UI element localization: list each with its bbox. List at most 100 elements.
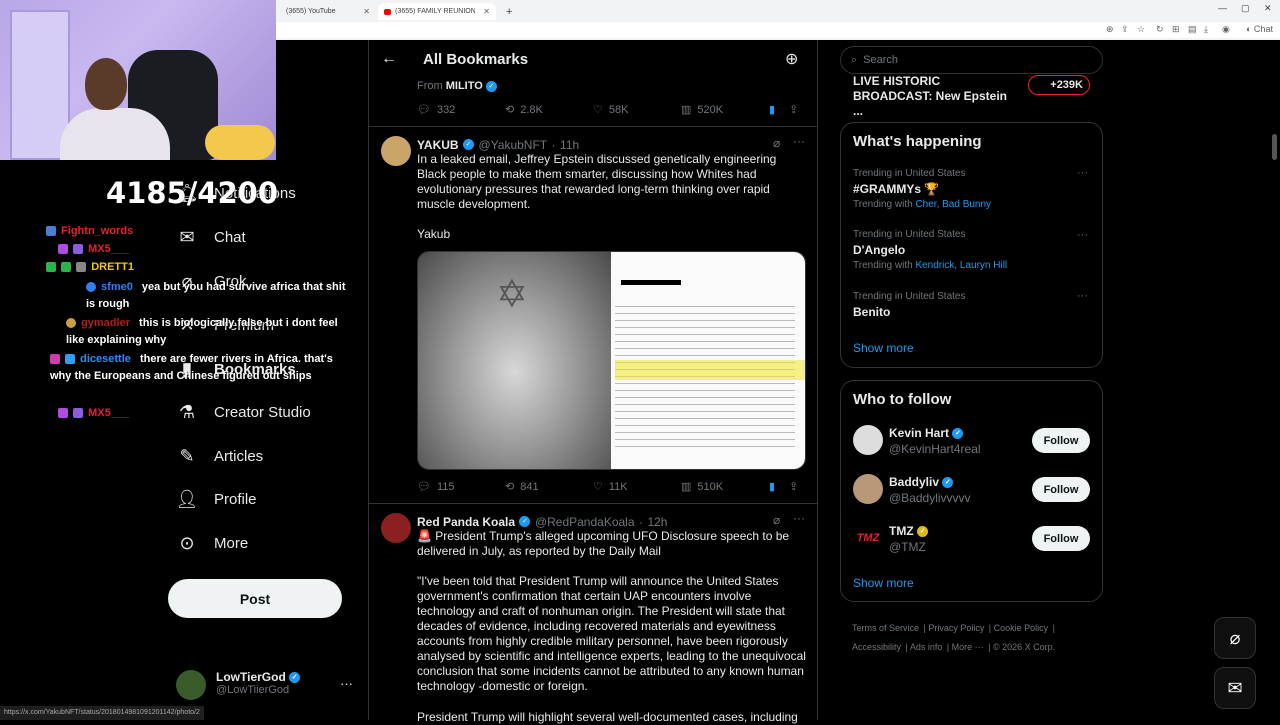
tweet-media[interactable]: ✡ (417, 251, 806, 470)
views-button[interactable]: ▥ 510K (681, 480, 769, 494)
share-icon[interactable]: ⇪ (789, 103, 798, 116)
follow-button[interactable]: Follow (1032, 428, 1090, 453)
repost-count: 841 (520, 480, 539, 493)
trend-item[interactable]: Trending in United States #GRAMMYs 🏆 Tre… (853, 168, 1093, 210)
tweet-avatar[interactable] (381, 136, 411, 166)
footer-link[interactable]: Privacy Policy (928, 623, 984, 633)
follow-button[interactable]: Follow (1032, 477, 1090, 502)
more-circle-icon: ⊙ (179, 532, 195, 553)
tmz-logo-icon[interactable]: TMZ (853, 523, 883, 553)
media-photo-document[interactable] (611, 252, 805, 469)
chat-message: gymadler this is biologically false but … (66, 315, 346, 349)
reply-button[interactable]: 💬︎ 332 (417, 103, 505, 117)
chat-icon[interactable]: ◐ Chat (1246, 24, 1273, 34)
footer-link[interactable]: More ··· (952, 642, 984, 652)
new-tab-button[interactable]: + (500, 3, 516, 20)
show-more-link[interactable]: Show more (853, 341, 914, 355)
repost-button[interactable]: ⟲ 841 (505, 480, 593, 494)
bookmark-icon[interactable]: ▮ (769, 103, 775, 116)
follow-account[interactable]: TMZ ✓ @TMZ (889, 524, 928, 554)
grok-float-button[interactable]: ⌀ (1214, 617, 1256, 659)
author-name[interactable]: YAKUB (417, 138, 459, 152)
tweet-time[interactable]: 12h (647, 515, 667, 529)
more-icon[interactable]: ··· (340, 676, 353, 691)
chat-message: sfme0 yea but you had survive africa tha… (86, 279, 346, 313)
follow-avatar[interactable] (853, 474, 883, 504)
extension-icon[interactable]: ↻ (1156, 24, 1164, 35)
trend-with-label: Trending with (853, 260, 913, 271)
nav-item-more[interactable]: ⊙ More (176, 532, 248, 554)
close-icon[interactable]: ✕ (363, 7, 370, 16)
like-button[interactable]: ♡ 58K (593, 103, 681, 117)
share-icon[interactable]: ⇪ (1121, 24, 1129, 35)
nav-item-profile[interactable]: 👤︎ Profile (176, 488, 257, 510)
account-switcher[interactable]: LowTierGod ✓ @LowTiierGod (216, 670, 301, 696)
more-icon[interactable]: ··· (793, 511, 805, 525)
author-name[interactable]: Red Panda Koala (417, 515, 515, 529)
follow-button[interactable]: Follow (1032, 526, 1090, 551)
puzzle-icon[interactable]: ⊞ (1172, 24, 1180, 35)
nav-item-articles[interactable]: ✎ Articles (176, 445, 263, 467)
show-more-link[interactable]: Show more (853, 576, 914, 590)
trend-item[interactable]: Trending in United States D'Angelo Trend… (853, 229, 1093, 271)
star-icon[interactable]: ☆ (1137, 24, 1145, 35)
profile-icon[interactable]: ◉ (1222, 24, 1230, 35)
browser-tab-active[interactable]: (3655) FAMILY REUNION | BBQ | G ✕ (378, 3, 496, 20)
footer-link[interactable]: Cookie Policy (994, 623, 1049, 633)
trend-item[interactable]: Trending in United States Benito (853, 291, 1093, 319)
share-icon[interactable]: ⇪ (789, 480, 798, 493)
author-handle[interactable]: @YakubNFT (478, 138, 547, 152)
live-count-badge[interactable]: +239K (1028, 75, 1090, 95)
close-window-icon[interactable]: ✕ (1264, 3, 1272, 14)
more-icon[interactable]: ··· (1077, 229, 1088, 241)
chat-username: dicesettle (80, 353, 131, 365)
footer-link[interactable]: Ads info (910, 642, 943, 652)
follow-account[interactable]: Baddyliv ✓ @Baddylivvvvv (889, 475, 971, 505)
repost-button[interactable]: ⟲ 2.8K (505, 103, 593, 117)
like-button[interactable]: ♡ 11K (593, 480, 681, 494)
tweet-avatar[interactable] (381, 513, 411, 543)
article-icon: ✎ (179, 445, 195, 466)
maximize-icon[interactable]: ▢ (1241, 3, 1250, 14)
bookmark-icon[interactable]: ▮ (769, 480, 775, 493)
post-button[interactable]: Post (168, 579, 342, 618)
account-avatar[interactable] (176, 670, 206, 700)
follow-avatar[interactable] (853, 425, 883, 455)
footer-link[interactable]: Terms of Service (852, 623, 919, 633)
live-broadcast-title[interactable]: LIVE HISTORIC BROADCAST: New Epstein ... (853, 74, 1013, 119)
media-photo-portrait[interactable]: ✡ (418, 252, 611, 469)
minimize-icon[interactable]: — (1218, 3, 1227, 13)
follow-account[interactable]: Kevin Hart ✓ @KevinHart4real (889, 426, 981, 456)
close-icon[interactable]: ✕ (483, 7, 490, 16)
zoom-icon[interactable]: ⊕ (1106, 24, 1114, 35)
author-handle[interactable]: @RedPandaKoala (535, 515, 635, 529)
bookmark-add-icon[interactable]: ⊕ (785, 49, 798, 69)
follow-handle: @KevinHart4real (889, 442, 981, 456)
scrollbar-thumb[interactable] (1272, 134, 1277, 160)
tweet-time[interactable]: 11h (560, 138, 579, 152)
download-icon[interactable]: ⤓ (1204, 24, 1208, 35)
mail-icon: ✉ (1227, 677, 1243, 698)
from-account-link[interactable]: MILITO (446, 80, 483, 92)
flask-icon: ⚗ (178, 401, 196, 422)
search-box[interactable]: ⌕ Search (840, 46, 1103, 74)
more-icon[interactable]: ··· (1077, 167, 1088, 179)
trend-with-links[interactable]: Kendrick, Lauryn Hill (915, 260, 1007, 271)
trend-with-links[interactable]: Cher, Bad Bunny (915, 199, 991, 210)
more-icon[interactable]: ··· (793, 134, 805, 148)
grok-icon[interactable]: ⌀ (773, 513, 780, 527)
sidebar-icon[interactable]: ▤ (1188, 24, 1197, 35)
reply-button[interactable]: 💬︎ 115 (417, 480, 505, 494)
messages-float-button[interactable]: ✉ (1214, 667, 1256, 709)
redaction-bar (621, 280, 681, 285)
nav-item-creator-studio[interactable]: ⚗ Creator Studio (176, 401, 311, 423)
footer-link[interactable]: Accessibility (852, 642, 901, 652)
browser-tab-youtube[interactable]: (3655) YouTube ✕ (280, 3, 376, 20)
nav-item-chat[interactable]: ✉ Chat (176, 226, 245, 248)
grok-icon[interactable]: ⌀ (773, 136, 780, 150)
more-icon[interactable]: ··· (1077, 290, 1088, 302)
trend-meta: Trending in United States (853, 229, 966, 240)
views-button[interactable]: ▥ 520K (681, 103, 769, 117)
back-arrow-icon[interactable]: ← (381, 50, 397, 68)
address-bar[interactable] (276, 22, 1280, 38)
